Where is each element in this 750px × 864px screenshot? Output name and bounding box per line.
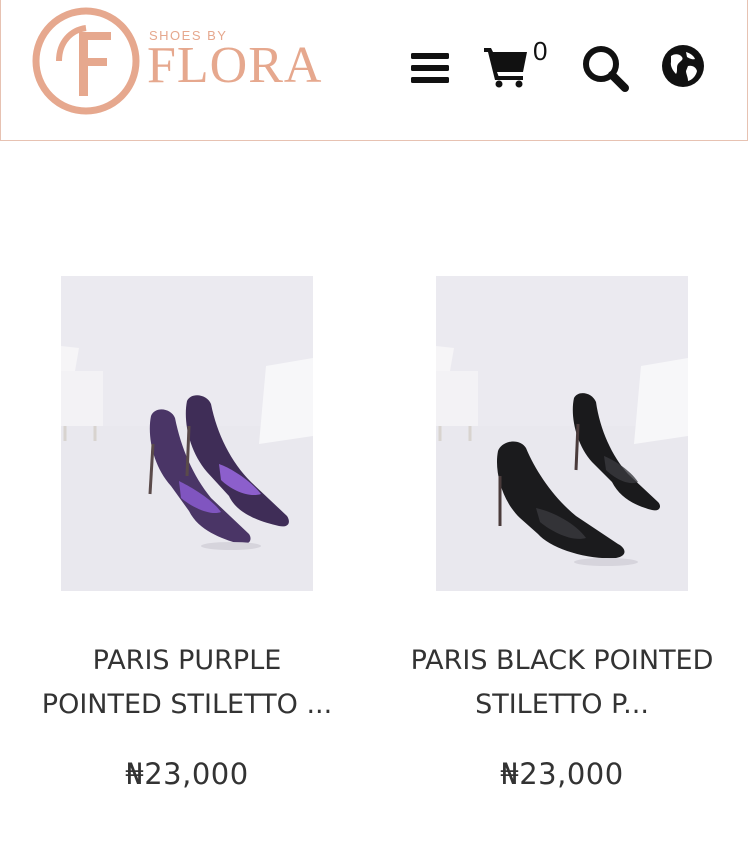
product-title-line-2: STILETTO P...	[475, 689, 649, 720]
product-price: ₦23,000	[125, 757, 249, 791]
product-title[interactable]: PARIS PURPLE POINTED STILETTO ...	[22, 639, 352, 727]
product-title-line-2: POINTED STILETTO ...	[41, 689, 333, 720]
cart-count-badge: 0	[533, 36, 548, 66]
globe-icon[interactable]	[661, 44, 705, 88]
brand-logo[interactable]: SHOES BY FLORA	[31, 6, 321, 116]
product-card[interactable]: PARIS BLACK POINTED STILETTO P... ₦23,00…	[397, 276, 727, 791]
product-title-line-1: PARIS PURPLE	[92, 645, 282, 676]
product-title[interactable]: PARIS BLACK POINTED STILETTO P...	[397, 639, 727, 727]
logo-monogram-icon	[32, 7, 140, 115]
cart-icon[interactable]	[483, 44, 529, 88]
product-price: ₦23,000	[500, 757, 624, 791]
product-image[interactable]	[436, 276, 688, 591]
page: SHOES BY FLORA 0 PARIS PURPLE POINTED ST…	[0, 0, 750, 864]
site-header: SHOES BY FLORA 0	[0, 0, 748, 141]
product-title-line-1: PARIS BLACK POINTED	[410, 645, 714, 676]
search-icon[interactable]	[581, 44, 629, 92]
product-image[interactable]	[61, 276, 313, 591]
logo-wordmark: FLORA	[147, 37, 323, 94]
menu-icon[interactable]	[411, 52, 449, 84]
product-card[interactable]: PARIS PURPLE POINTED STILETTO ... ₦23,00…	[22, 276, 352, 791]
